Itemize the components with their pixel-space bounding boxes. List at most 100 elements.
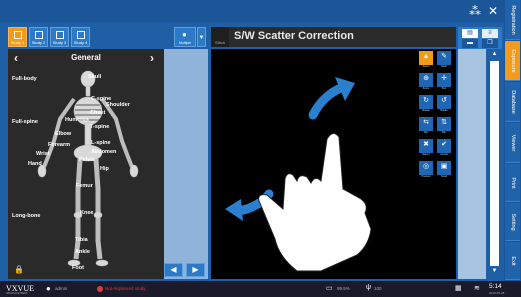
user-button[interactable]: ● Multiple — [174, 27, 196, 47]
stitch-button[interactable]: Stitch — [211, 27, 229, 47]
body-part-forearm[interactable]: Forearm — [48, 142, 70, 148]
study-tab-label: Study 1 — [10, 40, 25, 45]
body-part-shoulder[interactable]: Shoulder — [106, 102, 130, 108]
body-part-full-body[interactable]: Full-body — [12, 76, 37, 82]
tool-label: Pan — [441, 87, 447, 90]
study-tab-3[interactable]: Study 3 — [50, 27, 69, 47]
tool-button-reject[interactable]: ✖ Reject — [419, 139, 433, 156]
user-icon: ● — [46, 284, 51, 293]
body-part-hip[interactable]: Hip — [100, 166, 109, 172]
tool-icon: ✔ — [441, 141, 447, 148]
triangle-left-icon: ◀ — [170, 265, 177, 274]
person-icon: ● — [182, 30, 187, 39]
tool-label: Mark — [441, 65, 447, 68]
copy-icon[interactable]: ❐ — [482, 39, 498, 48]
chevron-down-icon: ▼ — [198, 35, 205, 41]
tool-button-zoom[interactable]: ⊕ Zoom — [419, 73, 433, 90]
tool-button-preview[interactable]: ◎ Preview — [419, 161, 433, 178]
tool-button-send[interactable]: ▣ Send — [437, 161, 451, 178]
clock-time: 5:14 — [489, 283, 502, 290]
study-icon — [14, 31, 22, 39]
study-icon — [35, 31, 43, 39]
body-part-hand[interactable]: Hand — [28, 161, 42, 167]
next-page-button[interactable]: ▶ — [186, 263, 205, 277]
tool-button-rotate[interactable]: ↺ Rotate — [437, 95, 451, 112]
scrollbar-thumb[interactable] — [490, 61, 499, 266]
tool-icon: ✖ — [423, 141, 429, 148]
pinch-gesture-illustration — [225, 77, 372, 272]
protocol-list-panel — [164, 49, 208, 279]
body-part-long-bone[interactable]: Long-bone — [12, 213, 40, 219]
tool-button-flip[interactable]: ⇅ Flip — [437, 117, 451, 134]
list-icon[interactable]: ≡ — [482, 29, 498, 38]
tool-icon: ▣ — [440, 163, 448, 170]
body-part-knee[interactable]: Knee — [80, 210, 93, 216]
tab-viewer[interactable]: Viewer — [505, 123, 520, 163]
tool-button-mark[interactable]: ✎ Mark — [437, 51, 451, 68]
tab-label: Print — [509, 176, 516, 189]
tab-exposure[interactable]: Exposure — [505, 41, 520, 81]
study-tab-label: Study 3 — [52, 40, 67, 45]
arrow-expand-icon — [308, 82, 348, 120]
status-bar: VXVUE IMAGING EXPERT ● admin Not-registe… — [0, 281, 521, 297]
body-part-elbow[interactable]: Elbow — [55, 131, 71, 137]
open-folder-icon[interactable]: ▬ — [462, 39, 478, 48]
tool-label: Accept — [440, 153, 448, 156]
user-dropdown-button[interactable]: ▼ — [197, 27, 206, 47]
folder-icon[interactable]: ▤ — [462, 29, 478, 38]
scroll-down-icon[interactable]: ▼ — [490, 268, 499, 277]
tab-database[interactable]: Database — [505, 82, 520, 122]
tool-button-accept[interactable]: ✔ Accept — [437, 139, 451, 156]
tool-icon: ✛ — [441, 75, 447, 82]
body-map-panel: General ‹ › Skull Full-body C-spine Shou… — [8, 49, 164, 279]
tab-label: Exit — [509, 255, 516, 266]
tab-registration[interactable]: Registration — [505, 0, 520, 40]
stitch-label: Stitch — [214, 40, 225, 45]
body-part-wrist[interactable]: Wrist — [36, 151, 50, 157]
body-part-pelvis[interactable]: Pelvis — [79, 157, 95, 163]
thumbnail-scrollbar[interactable]: ▲ ▼ — [487, 49, 502, 279]
tab-setting[interactable]: Setting — [505, 203, 520, 241]
wifi-icon: ≋ — [474, 285, 480, 292]
lock-icon[interactable]: 🔒 — [14, 265, 24, 274]
tool-label: Zoom — [422, 87, 430, 90]
tool-label: Reject — [422, 153, 430, 156]
tab-label: Exposure — [509, 48, 516, 73]
status-indicator-icon — [97, 286, 103, 292]
tool-button-pan[interactable]: ✛ Pan — [437, 73, 451, 90]
prev-page-button[interactable]: ◀ — [164, 263, 183, 277]
image-canvas[interactable] — [211, 49, 416, 279]
tool-label: Select — [422, 65, 430, 68]
body-part-tibia[interactable]: Tibia — [75, 237, 88, 243]
viewer-title: S/W Scatter Correction — [234, 30, 354, 42]
tool-icon: ▲ — [422, 53, 430, 60]
app-window: ⁂ ✕ Study 1 Study 2 Study 3 Study 4 ● Mu… — [0, 0, 521, 297]
body-part-l-spine[interactable]: L-spine — [91, 140, 111, 146]
network-icon[interactable]: ⁂ — [468, 4, 482, 18]
tab-exit[interactable]: Exit — [505, 242, 520, 280]
close-icon[interactable]: ✕ — [486, 4, 500, 18]
tab-print[interactable]: Print — [505, 164, 520, 202]
tool-button-rotate[interactable]: ↻ Rotate — [419, 95, 433, 112]
body-part-ankle[interactable]: Ankle — [75, 249, 90, 255]
study-tab-2[interactable]: Study 2 — [29, 27, 48, 47]
body-part-abdomen[interactable]: Abdomen — [91, 149, 116, 155]
body-part-humerus[interactable]: Humerus — [65, 117, 89, 123]
study-status: Not-registered study — [105, 286, 146, 291]
tool-button-select[interactable]: ▲ Select — [419, 51, 433, 68]
body-part-foot[interactable]: Foot — [72, 265, 84, 271]
tool-button-flip[interactable]: ⇆ Flip — [419, 117, 433, 134]
body-part-femur[interactable]: Femur — [76, 183, 93, 189]
study-tab-1[interactable]: Study 1 — [8, 27, 27, 47]
thumbnail-list[interactable] — [458, 49, 486, 279]
body-part-skull[interactable]: Skull — [88, 74, 101, 80]
study-tab-4[interactable]: Study 4 — [71, 27, 90, 47]
user-button-label: Multiple — [178, 41, 192, 45]
study-icon — [77, 31, 85, 39]
viewer-header: Stitch S/W Scatter Correction — [211, 27, 456, 47]
body-part-t-spine[interactable]: T-spine — [90, 124, 109, 130]
body-part-chest[interactable]: Chest — [90, 110, 105, 116]
scroll-up-icon[interactable]: ▲ — [490, 51, 499, 60]
battery-level: 99.5% — [337, 286, 350, 291]
body-part-full-spine[interactable]: Full-spine — [12, 119, 38, 125]
